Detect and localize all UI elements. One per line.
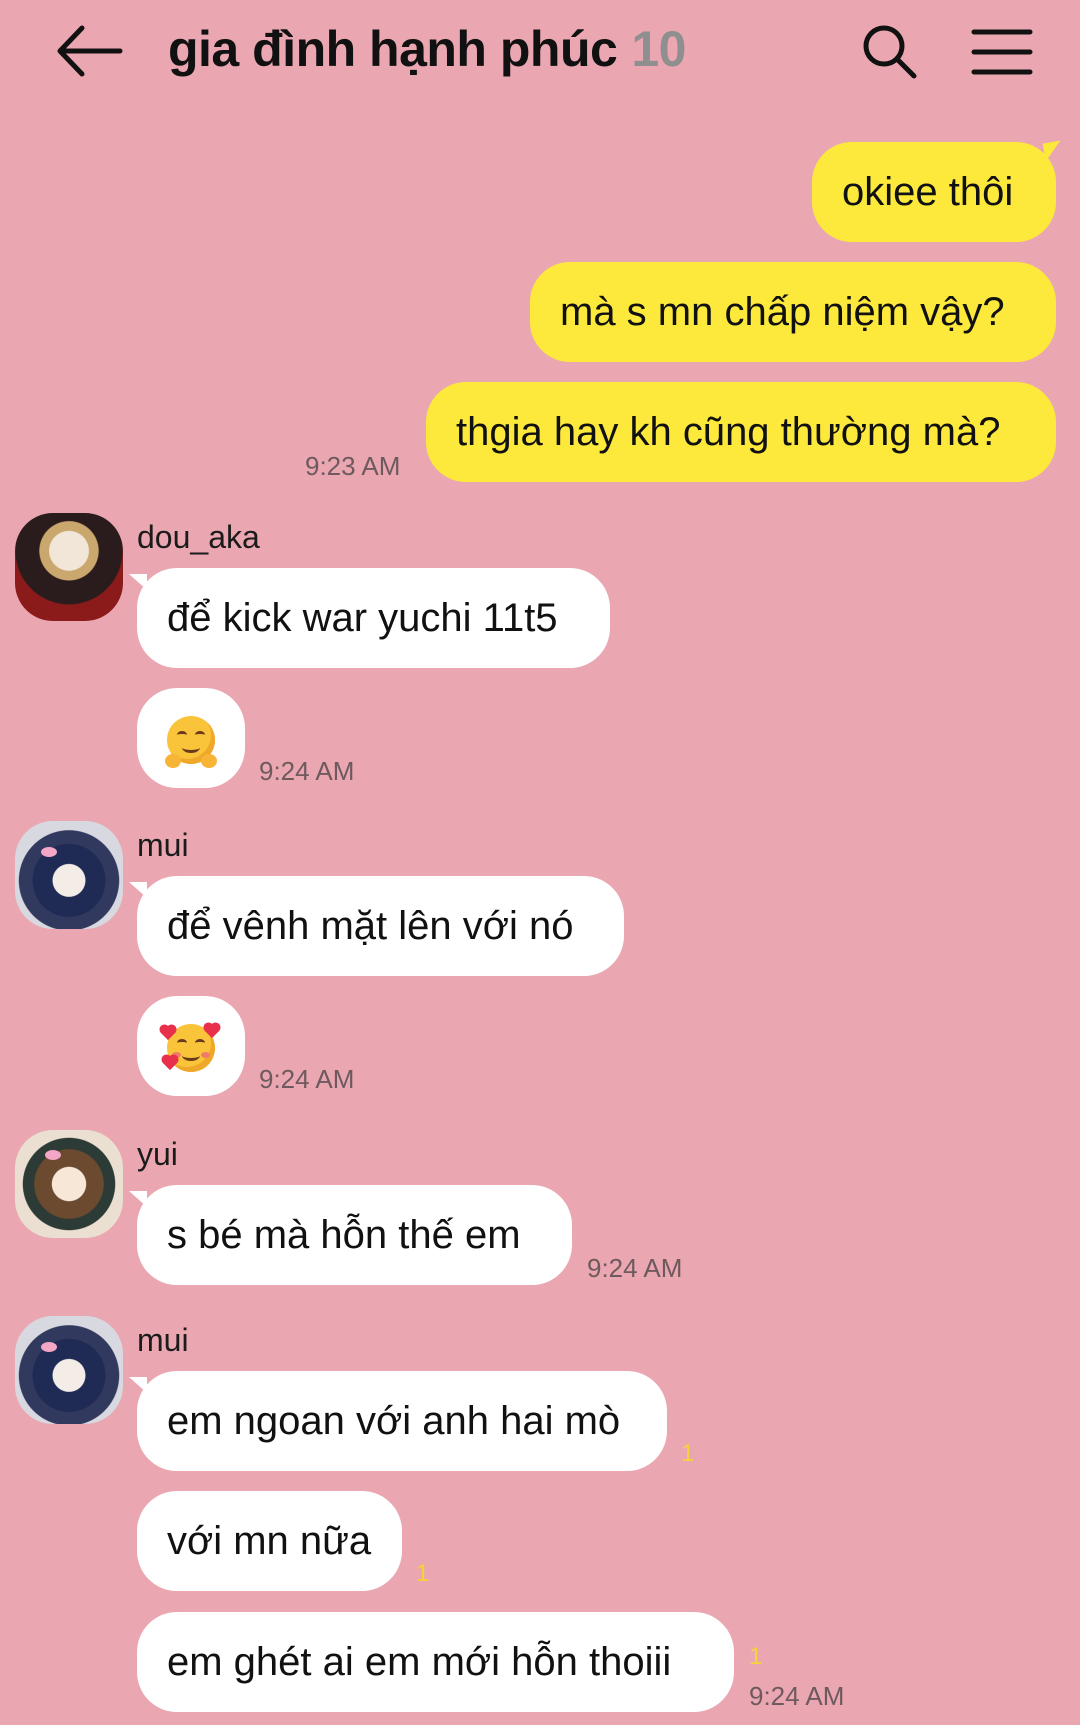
avatar-yui[interactable] xyxy=(15,1130,123,1238)
sender-name: yui xyxy=(137,1136,178,1172)
search-icon xyxy=(863,25,917,79)
message-text: để vênh mặt lên với nó xyxy=(167,904,574,948)
arrow-left-icon xyxy=(57,25,123,77)
message-text: với mn nữa xyxy=(167,1519,372,1563)
message-text: để kick war yuchi 11t5 xyxy=(167,596,558,640)
message-text: okiee thôi xyxy=(842,170,1014,214)
message-text: mà s mn chấp niệm vậy? xyxy=(560,290,1005,334)
message-timestamp: 9:24 AM xyxy=(587,1253,683,1283)
message-text: em ghét ai em mới hỗn thoiii xyxy=(167,1640,672,1684)
back-button[interactable] xyxy=(52,22,124,80)
member-count: 10 xyxy=(631,21,686,77)
message-timestamp: 9:24 AM xyxy=(749,1681,845,1711)
incoming-message[interactable]: để vênh mặt lên với nó xyxy=(129,876,624,976)
message-timestamp: 9:24 AM xyxy=(259,1064,355,1094)
outgoing-message[interactable]: okiee thôi xyxy=(812,142,1056,242)
chat-title: gia đình hạnh phúc 10 xyxy=(168,20,686,78)
group-name: gia đình hạnh phúc xyxy=(168,21,618,77)
message-timestamp: 9:23 AM xyxy=(305,451,401,481)
emoji-message[interactable] xyxy=(137,688,245,788)
emoji-message[interactable] xyxy=(137,996,245,1096)
unread-count: 1 xyxy=(416,1560,430,1587)
incoming-message[interactable]: em ngoan với anh hai mò xyxy=(129,1371,667,1471)
incoming-message[interactable]: với mn nữa xyxy=(137,1491,402,1591)
incoming-message[interactable]: em ghét ai em mới hỗn thoiii xyxy=(137,1612,734,1712)
search-button[interactable] xyxy=(860,22,920,82)
smiling-face-with-hearts-emoji-icon xyxy=(160,1024,220,1073)
menu-button[interactable] xyxy=(970,26,1034,78)
hamburger-menu-icon xyxy=(971,29,1033,75)
outgoing-message[interactable]: mà s mn chấp niệm vậy? xyxy=(530,262,1056,362)
sender-name: mui xyxy=(137,827,189,863)
incoming-message[interactable]: s bé mà hỗn thế em xyxy=(129,1185,572,1285)
message-text: thgia hay kh cũng thường mà? xyxy=(456,410,1001,454)
unread-count: 1 xyxy=(749,1643,763,1670)
sender-name: dou_aka xyxy=(137,519,260,555)
outgoing-message[interactable]: thgia hay kh cũng thường mà? xyxy=(426,382,1056,482)
sender-name: mui xyxy=(137,1322,189,1358)
incoming-message[interactable]: để kick war yuchi 11t5 xyxy=(129,568,610,668)
message-timestamp: 9:24 AM xyxy=(259,756,355,786)
unread-count: 1 xyxy=(681,1440,695,1467)
avatar-dou-aka[interactable] xyxy=(15,513,123,621)
message-text: s bé mà hỗn thế em xyxy=(167,1213,521,1257)
avatar-mui[interactable] xyxy=(15,821,123,929)
hugging-face-emoji-icon xyxy=(165,716,217,769)
chat-header: gia đình hạnh phúc 10 xyxy=(0,0,1080,115)
message-text: em ngoan với anh hai mò xyxy=(167,1399,621,1443)
avatar-mui[interactable] xyxy=(15,1316,123,1424)
